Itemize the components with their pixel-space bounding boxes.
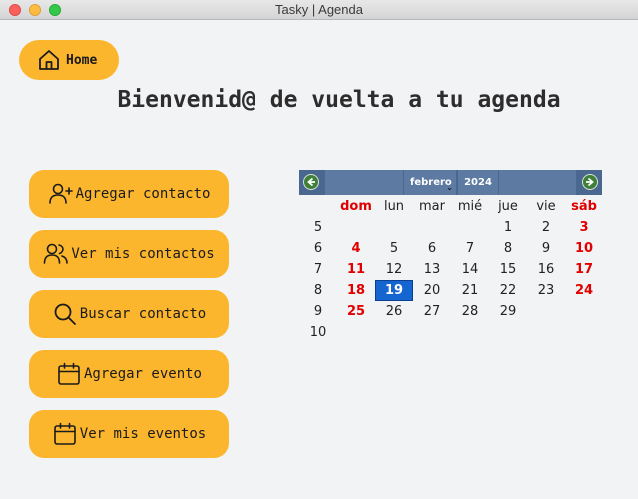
- calendar-empty-cell: [565, 322, 603, 343]
- calendar-day[interactable]: 8: [489, 238, 527, 259]
- search-contact-button[interactable]: Buscar contacto: [29, 290, 229, 338]
- calendar-day[interactable]: 20: [413, 280, 451, 301]
- weekday-label: sáb: [571, 199, 597, 214]
- calendar-day[interactable]: 4: [337, 238, 375, 259]
- calendar-day[interactable]: 18: [337, 280, 375, 301]
- calendar-day[interactable]: 13: [413, 259, 451, 280]
- calendar-empty-cell: [375, 322, 413, 343]
- week-number: 9: [313, 304, 323, 319]
- add-contact-button[interactable]: Agregar contacto: [29, 170, 229, 218]
- calendar-empty-cell: [413, 322, 451, 343]
- calendar-header-spacer-right: [499, 170, 576, 195]
- calendar-icon: [58, 362, 80, 385]
- calendar-empty-cell: [527, 301, 565, 322]
- calendar-day[interactable]: 19: [375, 280, 413, 301]
- calendar-empty-cell: [451, 217, 489, 238]
- view-events-button[interactable]: Ver mis eventos: [29, 410, 229, 458]
- add-event-label: Agregar evento: [83, 366, 202, 382]
- users-icon: [44, 243, 69, 264]
- user-plus-icon: [48, 183, 73, 204]
- calendar-day[interactable]: 12: [375, 259, 413, 280]
- calendar-day[interactable]: 1: [489, 217, 527, 238]
- next-month-button[interactable]: [582, 174, 598, 190]
- chevron-down-icon: ⌄: [446, 183, 453, 192]
- year-label: 2024: [464, 177, 492, 188]
- calendar-day[interactable]: 9: [527, 238, 565, 259]
- calendar-day[interactable]: 16: [527, 259, 565, 280]
- weekday-label: mié: [457, 199, 483, 214]
- calendar-empty-cell: [413, 217, 451, 238]
- search-contact-label: Buscar contacto: [79, 306, 207, 322]
- calendar-day[interactable]: 23: [527, 280, 565, 301]
- calendar-day[interactable]: 2: [527, 217, 565, 238]
- window-titlebar: Tasky | Agenda: [0, 0, 638, 20]
- year-spinner[interactable]: 2024: [458, 170, 498, 195]
- weekday-label: lun: [383, 199, 405, 214]
- calendar-day[interactable]: 26: [375, 301, 413, 322]
- calendar-day[interactable]: 5: [375, 238, 413, 259]
- month-select[interactable]: febrero ⌄: [404, 170, 456, 195]
- arrow-left-icon: [307, 177, 315, 187]
- calendar-week-row: 7 11 12 13 14 15 16 17: [299, 259, 602, 280]
- calendar-empty-cell: [375, 217, 413, 238]
- arrow-right-icon: [586, 177, 594, 187]
- calendar-week-row: 6 4 5 6 7 8 9 10: [299, 238, 602, 259]
- page-title: Bienvenid@ de vuelta a tu agenda: [117, 87, 561, 113]
- weekday-label: dom: [340, 199, 372, 214]
- calendar-icon: [53, 422, 76, 445]
- home-button[interactable]: Home: [19, 40, 119, 80]
- view-contacts-button[interactable]: Ver mis contactos: [29, 230, 229, 278]
- calendar-week-row: 9 25 26 27 28 29: [299, 301, 602, 322]
- calendar-day[interactable]: 17: [565, 259, 603, 280]
- calendar-day[interactable]: 14: [451, 259, 489, 280]
- weekday-label: mar: [419, 199, 445, 214]
- view-events-label: Ver mis eventos: [79, 426, 207, 442]
- calendar-weeks: 5 1 2 3 6 4 5 6 7 8 9 10 7 11 12 13 14 15 16 17 8 18 19 20 21 22 2…: [299, 217, 602, 343]
- calendar-empty-cell: [565, 301, 603, 322]
- previous-month-button[interactable]: [303, 174, 319, 190]
- week-number: 10: [309, 325, 327, 340]
- calendar-day[interactable]: 21: [451, 280, 489, 301]
- calendar-empty-cell: [337, 217, 375, 238]
- calendar-week-row: 10: [299, 322, 602, 343]
- search-icon: [54, 303, 76, 325]
- calendar-grid: dom lun mar mié jue vie sáb 512364567891…: [299, 196, 602, 343]
- calendar-header-spacer-left: [325, 170, 403, 195]
- home-icon: [39, 50, 59, 70]
- calendar-header: febrero ⌄ 2024: [299, 170, 602, 195]
- calendar-day[interactable]: 25: [337, 301, 375, 322]
- week-number: 6: [313, 241, 323, 256]
- week-number: 5: [313, 220, 323, 235]
- calendar-week-row: 5 123: [299, 217, 602, 238]
- home-button-label: Home: [66, 52, 98, 68]
- calendar-day[interactable]: 11: [337, 259, 375, 280]
- calendar-week-row: 8 18 19 20 21 22 23 24: [299, 280, 602, 301]
- calendar-day[interactable]: 6: [413, 238, 451, 259]
- calendar-day[interactable]: 10: [565, 238, 603, 259]
- calendar-empty-cell: [489, 322, 527, 343]
- calendar-day[interactable]: 28: [451, 301, 489, 322]
- calendar-day[interactable]: 15: [489, 259, 527, 280]
- window-title: Tasky | Agenda: [275, 2, 363, 17]
- week-number: 7: [313, 262, 323, 277]
- weekday-label: jue: [498, 199, 518, 214]
- add-event-button[interactable]: Agregar evento: [29, 350, 229, 398]
- calendar-day[interactable]: 29: [489, 301, 527, 322]
- calendar-day[interactable]: 3: [565, 217, 603, 238]
- calendar-day[interactable]: 24: [565, 280, 603, 301]
- calendar-empty-cell: [527, 322, 565, 343]
- weekday-header-row: dom lun mar mié jue vie sáb: [299, 196, 602, 217]
- calendar-empty-cell: [337, 322, 375, 343]
- weekday-label: vie: [536, 199, 556, 214]
- view-contacts-label: Ver mis contactos: [71, 246, 215, 262]
- add-contact-label: Agregar contacto: [75, 186, 211, 202]
- week-number: 8: [313, 283, 323, 298]
- calendar-empty-cell: [451, 322, 489, 343]
- calendar-day[interactable]: 27: [413, 301, 451, 322]
- calendar-day[interactable]: 22: [489, 280, 527, 301]
- calendar-day[interactable]: 7: [451, 238, 489, 259]
